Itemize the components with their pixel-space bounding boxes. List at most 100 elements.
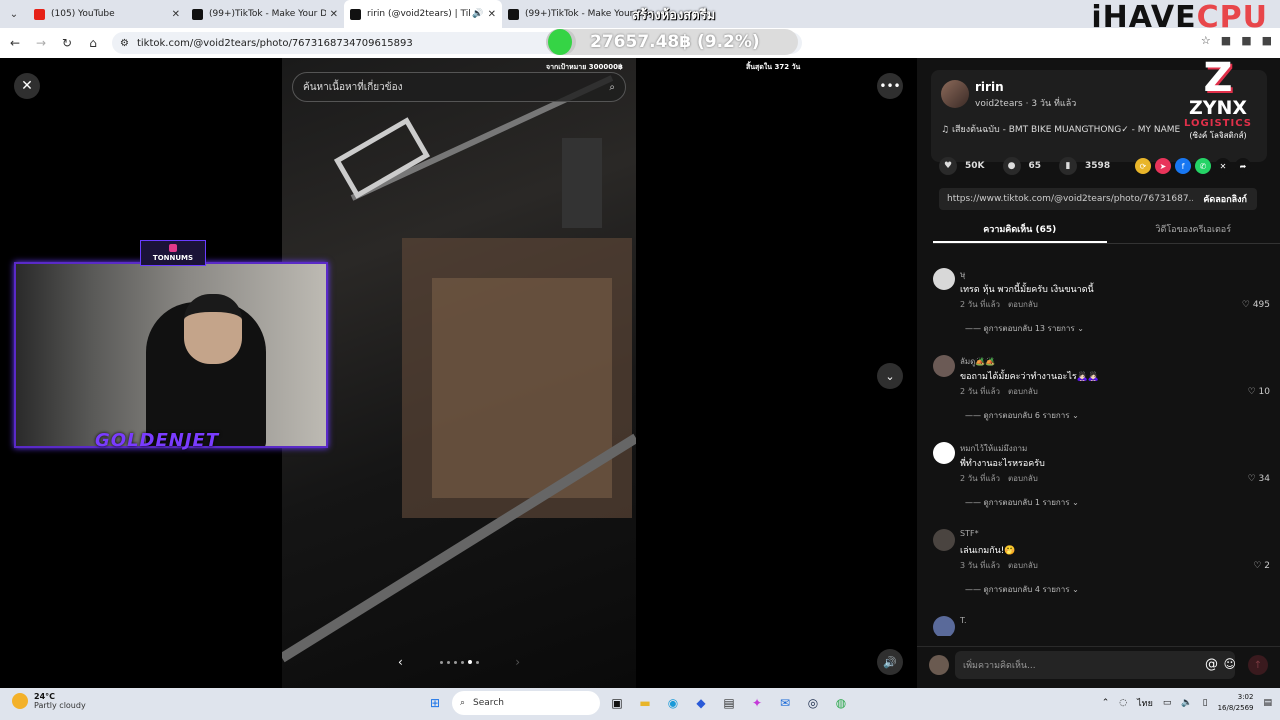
view-replies-button[interactable]: —— ดูการตอบกลับ 1 รายการ ⌄ (965, 496, 1079, 509)
view-replies-button[interactable]: —— ดูการตอบกลับ 6 รายการ ⌄ (965, 409, 1079, 422)
post-link-box: https://www.tiktok.com/@void2tears/photo… (939, 188, 1257, 210)
volume-button[interactable]: 🔊 (877, 649, 903, 675)
comment-like-button[interactable]: ♡ 34 (1248, 474, 1270, 484)
notification-icon[interactable]: ▤ (1263, 698, 1272, 708)
tab-search-button[interactable]: ⌄ (0, 0, 28, 28)
streamer-webcam (14, 262, 328, 448)
instagram-icon (169, 244, 177, 252)
carousel-dot[interactable] (475, 660, 479, 664)
emoji-icon[interactable]: ☺ (1223, 657, 1236, 671)
task-view-icon[interactable]: ▣ (606, 691, 628, 715)
x-icon[interactable]: ✕ (1215, 158, 1231, 174)
battery-icon[interactable]: ▯ (1203, 698, 1208, 708)
network-icon[interactable]: ▭ (1163, 698, 1172, 708)
commenter-avatar[interactable] (933, 616, 955, 636)
site-info-icon[interactable]: ⚙ (120, 38, 129, 49)
related-search-input[interactable]: ค้นหาเนื้อหาที่เกี่ยวข้อง ⌕ (292, 72, 626, 102)
carousel-dot[interactable] (446, 660, 450, 664)
carousel-dot[interactable] (453, 660, 457, 664)
reply-button[interactable]: ตอบกลับ (1008, 387, 1038, 396)
tray-app-icon[interactable]: ◌ (1119, 698, 1127, 708)
author-avatar[interactable] (941, 80, 969, 108)
comment-icon[interactable]: ● (1002, 157, 1021, 175)
next-photo-button[interactable]: › (515, 655, 520, 669)
reload-icon[interactable]: ↻ (56, 32, 78, 54)
speaker-icon[interactable]: 🔊 (472, 9, 483, 19)
comment-like-button[interactable]: ♡ 10 (1248, 387, 1270, 397)
reply-button[interactable]: ตอบกลับ (1008, 561, 1038, 570)
edge-icon[interactable]: ◉ (662, 691, 684, 715)
extension-icon[interactable]: ■ (1262, 34, 1272, 47)
home-icon[interactable]: ⌂ (82, 32, 104, 54)
repost-icon[interactable]: ⟳ (1135, 158, 1151, 174)
language-indicator[interactable]: ไทย (1137, 696, 1153, 710)
taskbar-search[interactable]: ⌕ Search (452, 691, 600, 715)
app-icon[interactable]: ◆ (690, 691, 712, 715)
view-replies-label: ดูการตอบกลับ 6 รายการ (983, 411, 1070, 420)
browser-tab-0[interactable]: (105) YouTube ✕ (28, 0, 186, 28)
carousel-dot[interactable] (460, 660, 464, 664)
reply-button[interactable]: ตอบกลับ (1008, 474, 1038, 483)
commenter-avatar[interactable] (933, 529, 955, 551)
tab-creator-videos[interactable]: วิดีโอของครีเอเตอร์ (1107, 218, 1280, 243)
commenter-name[interactable]: ษุ (960, 268, 965, 281)
sponsor-brand: ZYNX (1188, 97, 1248, 119)
heart-icon[interactable]: ♥ (939, 157, 957, 175)
store-icon[interactable]: ▤ (718, 691, 740, 715)
outlook-icon[interactable]: ✉ (774, 691, 796, 715)
volume-icon[interactable]: 🔈 (1181, 698, 1192, 708)
copy-link-button[interactable]: คัดลอกลิงก์ (1193, 192, 1257, 206)
whatsapp-icon[interactable]: ✆ (1195, 158, 1211, 174)
streamer-head (184, 294, 242, 364)
tray-chevron-icon[interactable]: ⌃ (1102, 698, 1110, 708)
commenter-name[interactable]: ลัมดู🏕️🏕️ (960, 355, 995, 368)
extension-icon[interactable]: ■ (1241, 34, 1251, 47)
steam-icon[interactable]: ◎ (802, 691, 824, 715)
comment-like-button[interactable]: ♡ 495 (1242, 300, 1270, 310)
comment-like-button[interactable]: ♡ 2 (1253, 561, 1270, 571)
send-comment-button[interactable]: ↑ (1248, 655, 1268, 675)
tab-comments[interactable]: ความคิดเห็น (65) (933, 218, 1107, 243)
back-arrow-icon[interactable]: ← (4, 32, 26, 54)
weather-widget[interactable]: 24°C Partly cloudy (12, 692, 86, 710)
chrome-icon[interactable]: ◍ (830, 691, 852, 715)
carousel-dot[interactable] (439, 660, 443, 664)
next-post-button[interactable]: ⌄ (877, 363, 903, 389)
commenter-name[interactable]: T. (960, 616, 966, 625)
author-name[interactable]: ririn (975, 80, 1004, 94)
bookmark-icon[interactable]: ▮ (1059, 157, 1078, 175)
commenter-avatar[interactable] (933, 268, 955, 290)
forward-arrow-icon[interactable]: → (30, 32, 52, 54)
close-viewer-button[interactable]: ✕ (14, 73, 40, 99)
close-tab-icon[interactable]: ✕ (488, 9, 496, 20)
clock[interactable]: 3:02 16/8/2569 (1218, 692, 1254, 714)
copilot-icon[interactable]: ✦ (746, 691, 768, 715)
more-options-button[interactable]: ••• (877, 73, 903, 99)
commenter-avatar[interactable] (933, 442, 955, 464)
extension-icon[interactable]: ■ (1221, 34, 1231, 47)
file-explorer-icon[interactable]: ▬ (634, 691, 656, 715)
close-tab-icon[interactable]: ✕ (172, 9, 180, 20)
comment-input[interactable]: เพิ่มความคิดเห็น... (955, 651, 1235, 679)
post-link[interactable]: https://www.tiktok.com/@void2tears/photo… (947, 194, 1193, 204)
facebook-icon[interactable]: f (1175, 158, 1191, 174)
commenter-name[interactable]: STF* (960, 529, 979, 538)
view-replies-button[interactable]: —— ดูการตอบกลับ 4 รายการ ⌄ (965, 583, 1079, 596)
browser-tab-2[interactable]: ririn (@void2tears) | TikTok 🔊 ✕ (344, 0, 502, 28)
music-link[interactable]: ♫ เสียงต้นฉบับ - BMT BIKE MUANGTHONG✓ - … (941, 122, 1181, 136)
mention-icon[interactable]: @ (1205, 657, 1218, 672)
commenter-avatar[interactable] (933, 355, 955, 377)
prev-photo-button[interactable]: ‹ (398, 655, 403, 669)
browser-tab-1[interactable]: (99+)TikTok - Make Your Day ✕ (186, 0, 344, 28)
view-replies-button[interactable]: —— ดูการตอบกลับ 13 รายการ ⌄ (965, 322, 1084, 335)
windows-start-icon[interactable]: ⊞ (424, 691, 446, 715)
share-arrow-icon[interactable]: ➦ (1235, 158, 1251, 174)
reply-button[interactable]: ตอบกลับ (1008, 300, 1038, 309)
comment-placeholder: เพิ่มความคิดเห็น... (963, 661, 1036, 671)
carousel-dot[interactable] (467, 660, 472, 664)
close-tab-icon[interactable]: ✕ (330, 9, 338, 20)
bookmark-star-icon[interactable]: ☆ (1201, 34, 1211, 47)
search-icon[interactable]: ⌕ (609, 82, 615, 93)
commenter-name[interactable]: หมกไว้ให้แม่มึงถาม (960, 442, 1027, 455)
send-icon[interactable]: ➤ (1155, 158, 1171, 174)
